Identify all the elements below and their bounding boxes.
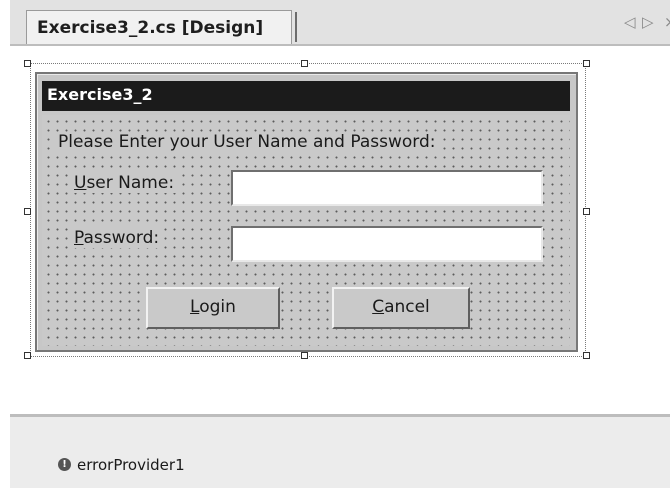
cancel-mnemonic: C bbox=[372, 297, 385, 317]
resize-handle-top[interactable] bbox=[301, 60, 308, 67]
resize-handle-bottom-left[interactable] bbox=[24, 352, 31, 359]
form-title: Exercise3_2 bbox=[47, 85, 153, 104]
resize-handle-bottom[interactable] bbox=[301, 352, 308, 359]
close-icon[interactable]: × bbox=[664, 13, 670, 31]
username-input[interactable] bbox=[231, 170, 543, 206]
password-mnemonic: P bbox=[74, 228, 84, 248]
cancel-label-rest: ancel bbox=[384, 297, 430, 317]
tab-label: Exercise3_2.cs [Design] bbox=[37, 18, 264, 38]
resize-handle-top-right[interactable] bbox=[583, 60, 590, 67]
password-label[interactable]: Password: bbox=[70, 228, 164, 248]
form-client-area[interactable]: Please Enter your User Name and Password… bbox=[42, 115, 570, 346]
login-label-rest: ogin bbox=[199, 297, 236, 317]
prompt-label[interactable]: Please Enter your User Name and Password… bbox=[54, 132, 440, 152]
resize-handle-right[interactable] bbox=[583, 208, 590, 215]
login-mnemonic: L bbox=[190, 297, 200, 317]
password-input[interactable] bbox=[231, 226, 543, 262]
tray-item-label: errorProvider1 bbox=[77, 456, 185, 474]
resize-handle-top-left[interactable] bbox=[24, 60, 31, 67]
resize-handle-bottom-right[interactable] bbox=[583, 352, 590, 359]
username-label-rest: ser Name: bbox=[86, 173, 175, 193]
error-provider-icon: ! bbox=[58, 458, 71, 471]
form-title-bar[interactable]: Exercise3_2 bbox=[42, 81, 570, 111]
scroll-right-icon[interactable]: ▷ bbox=[642, 13, 654, 31]
designer-window: Exercise3_2.cs [Design] ◁ ▷ × Exercise3_… bbox=[0, 0, 670, 488]
username-mnemonic: U bbox=[74, 173, 87, 193]
cancel-button[interactable]: Cancel bbox=[332, 287, 470, 329]
document-tab-strip: Exercise3_2.cs [Design] ◁ ▷ × bbox=[10, 0, 670, 46]
login-button[interactable]: Login bbox=[146, 287, 280, 329]
scroll-left-icon[interactable]: ◁ bbox=[624, 13, 636, 31]
designed-form[interactable]: Exercise3_2 Please Enter your User Name … bbox=[35, 72, 578, 352]
resize-handle-left[interactable] bbox=[24, 208, 31, 215]
tab-exercise3-2-design[interactable]: Exercise3_2.cs [Design] bbox=[26, 10, 292, 44]
username-label[interactable]: User Name: bbox=[70, 173, 179, 193]
password-label-rest: assword: bbox=[83, 228, 160, 248]
component-tray[interactable] bbox=[10, 417, 670, 488]
tab-separator bbox=[295, 12, 297, 42]
